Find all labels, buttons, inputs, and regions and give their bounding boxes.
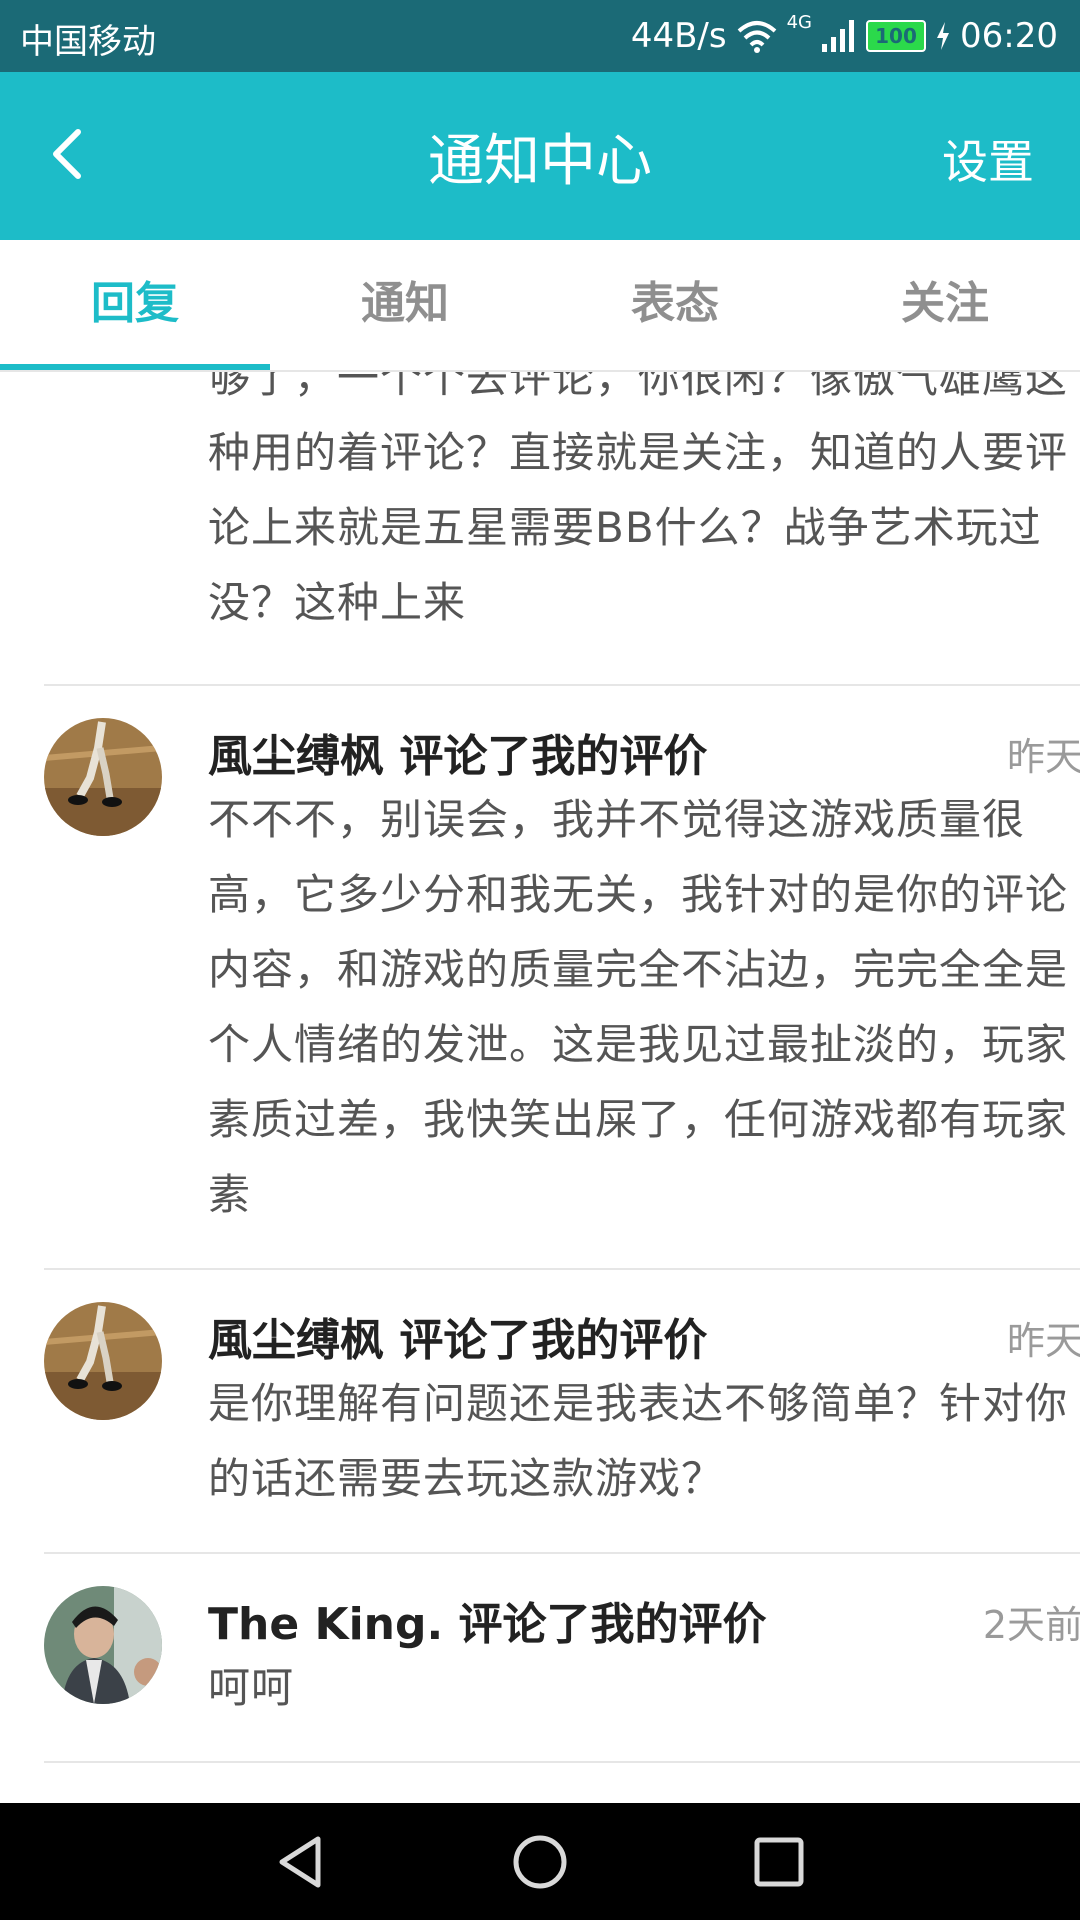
status-bar: 中国移动 44B/s 4G 100 06:20	[0, 0, 1080, 72]
recents-square-icon[interactable]	[748, 1831, 810, 1893]
settings-button[interactable]: 设置	[942, 126, 1034, 192]
signal-icon	[822, 20, 855, 52]
item-time: 昨天	[1006, 735, 1080, 779]
notification-list[interactable]: 够了，一个个去评论，你很闲？像傲气雄鹰这种用的着评论？直接就是关注，知道的人要评…	[0, 372, 1080, 1803]
active-tab-indicator	[0, 364, 270, 370]
network-speed: 44B/s	[630, 16, 727, 56]
carrier-label: 中国移动	[20, 22, 156, 62]
list-item[interactable]: The King. 评论了我的评价 2天前 呵呵	[44, 1554, 1080, 1763]
avatar[interactable]	[44, 718, 162, 836]
system-navigation-bar	[0, 1803, 1080, 1920]
item-text: 呵呵	[208, 1663, 295, 1712]
home-circle-icon[interactable]	[509, 1831, 571, 1893]
avatar[interactable]	[44, 1586, 162, 1704]
charging-icon	[937, 22, 950, 50]
battery-icon: 100	[866, 20, 927, 52]
back-triangle-icon[interactable]	[270, 1831, 332, 1893]
item-time: 昨天	[1006, 1319, 1080, 1363]
tab-reactions[interactable]: 表态	[540, 240, 810, 368]
list-item[interactable]: 够了，一个个去评论，你很闲？像傲气雄鹰这种用的着评论？直接就是关注，知道的人要评…	[44, 372, 1080, 686]
tab-bar: 回复 通知 表态 关注	[0, 240, 1080, 372]
avatar[interactable]	[44, 1302, 162, 1420]
avatar-image	[44, 718, 162, 836]
list-item[interactable]: 風尘缚枫 评论了我的评价 昨天 是你理解有问题还是我表达不够简单？针对你的话还需…	[44, 1270, 1080, 1554]
app-header: 通知中心 设置	[0, 72, 1080, 240]
item-text: 够了，一个个去评论，你很闲？像傲气雄鹰这种用的着评论？直接就是关注，知道的人要评…	[208, 372, 1069, 627]
network-type: 4G	[786, 12, 813, 33]
item-title[interactable]: The King. 评论了我的评价	[208, 1588, 767, 1652]
tab-replies[interactable]: 回复	[0, 240, 270, 368]
item-title[interactable]: 風尘缚枫 评论了我的评价	[208, 720, 707, 784]
item-text: 不不不，别误会，我并不觉得这游戏质量很高，它多少分和我无关，我针对的是你的评论内…	[208, 795, 1069, 1219]
list-item[interactable]: 風尘缚枫 评论了我的评价 昨天 不不不，别误会，我并不觉得这游戏质量很高，它多少…	[44, 686, 1080, 1270]
item-time: 2天前	[982, 1603, 1080, 1647]
tab-notifications[interactable]: 通知	[270, 240, 540, 368]
item-text: 是你理解有问题还是我表达不够简单？针对你的话还需要去玩这款游戏？	[208, 1379, 1069, 1503]
status-indicators: 44B/s 4G 100 06:20	[631, 12, 1058, 60]
avatar-image	[44, 1586, 162, 1704]
clock: 06:20	[960, 16, 1058, 56]
wifi-icon	[737, 21, 776, 53]
tab-follows[interactable]: 关注	[810, 240, 1080, 368]
item-title[interactable]: 風尘缚枫 评论了我的评价	[208, 1304, 707, 1368]
avatar-image	[44, 1302, 162, 1420]
page-title: 通知中心	[428, 129, 652, 194]
